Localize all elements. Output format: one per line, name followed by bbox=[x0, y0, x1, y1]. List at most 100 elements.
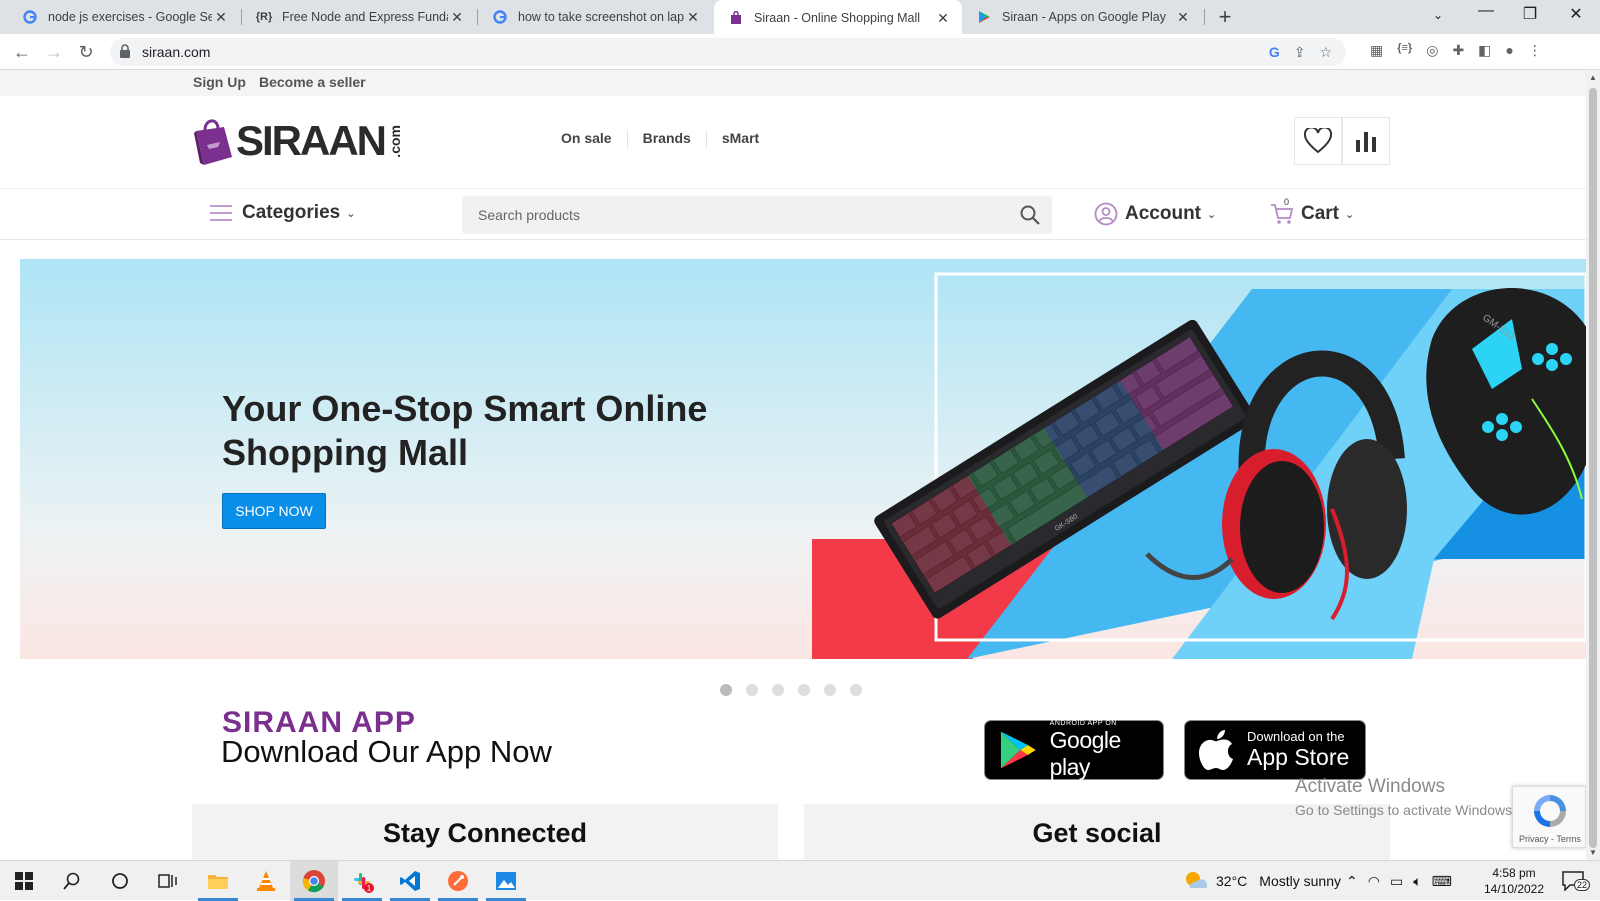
menu-kebab-icon[interactable]: ⋮ bbox=[1528, 42, 1542, 59]
browser-tab-3[interactable]: how to take screenshot on laptop ✕ bbox=[478, 0, 712, 34]
app-store-badge[interactable]: Download on the App Store bbox=[1184, 720, 1366, 780]
recaptcha-icon bbox=[1534, 795, 1566, 827]
puzzle-extensions-icon[interactable]: ✚ bbox=[1452, 42, 1464, 59]
side-panel-icon[interactable]: ◧ bbox=[1478, 42, 1491, 59]
hero-banner[interactable]: Your One-Stop Smart Online Shopping Mall… bbox=[20, 259, 1586, 659]
app-section-subtitle: Download Our App Now bbox=[221, 734, 552, 769]
search-icon[interactable] bbox=[1020, 205, 1040, 225]
browser-tab-5[interactable]: Siraan - Apps on Google Play ✕ bbox=[962, 0, 1202, 34]
clock[interactable]: 4:58 pm 14/10/2022 bbox=[1478, 861, 1550, 901]
carousel-dot-3[interactable] bbox=[772, 684, 784, 696]
chevron-up-icon[interactable]: ⌃ bbox=[1346, 873, 1358, 890]
search-input[interactable] bbox=[462, 196, 1002, 234]
google-play-badge[interactable]: ANDROID APP ON Google play bbox=[984, 720, 1164, 780]
carousel-dot-4[interactable] bbox=[798, 684, 810, 696]
wifi-icon[interactable]: ◠ bbox=[1368, 873, 1380, 890]
clock-time: 4:58 pm bbox=[1492, 866, 1536, 880]
page-scrollbar[interactable]: ▲ ▼ bbox=[1586, 70, 1600, 860]
back-arrow-icon[interactable]: ← bbox=[10, 40, 34, 64]
become-seller-link[interactable]: Become a seller bbox=[259, 74, 366, 90]
cortana-button[interactable] bbox=[96, 861, 144, 901]
nav-smart[interactable]: sMart bbox=[707, 130, 774, 148]
shopping-bag-logo-icon bbox=[194, 119, 232, 165]
scrollbar-thumb[interactable] bbox=[1589, 88, 1597, 848]
carousel-dot-5[interactable] bbox=[824, 684, 836, 696]
taskbar-postman[interactable] bbox=[434, 861, 482, 901]
close-tab-icon[interactable]: ✕ bbox=[1174, 9, 1192, 26]
taskbar-vlc[interactable] bbox=[242, 861, 290, 901]
camera-extension-icon[interactable]: ◎ bbox=[1426, 42, 1438, 59]
categories-dropdown[interactable]: Categories ⌄ bbox=[210, 202, 355, 224]
close-tab-icon[interactable]: ✕ bbox=[934, 10, 952, 27]
google-lens-icon[interactable]: G bbox=[1269, 44, 1280, 61]
minimize-button[interactable]: — bbox=[1464, 2, 1508, 20]
volume-icon[interactable]: 🔈︎ bbox=[1413, 873, 1421, 890]
reload-icon[interactable]: ↻ bbox=[74, 40, 98, 64]
carousel-dot-1[interactable] bbox=[720, 684, 732, 696]
browser-tab-4-active[interactable]: Siraan - Online Shopping Mall ✕ bbox=[714, 0, 962, 36]
taskbar-slack[interactable]: 1 bbox=[338, 861, 386, 901]
shop-now-button[interactable]: SHOP NOW bbox=[222, 493, 326, 529]
page-viewport: Sign Up Become a seller SIRAAN .com On s… bbox=[0, 70, 1586, 860]
taskbar-search-button[interactable] bbox=[48, 861, 96, 901]
weather-widget[interactable]: 32°C Mostly sunny bbox=[1184, 861, 1341, 901]
nav-brands[interactable]: Brands bbox=[628, 130, 707, 148]
close-tab-icon[interactable]: ✕ bbox=[448, 9, 466, 26]
close-tab-icon[interactable]: ✕ bbox=[212, 9, 230, 26]
sign-up-link[interactable]: Sign Up bbox=[193, 74, 246, 90]
chevron-down-icon: ⌄ bbox=[1207, 208, 1217, 221]
scroll-up-arrow-icon[interactable]: ▲ bbox=[1586, 73, 1600, 82]
google-play-icon bbox=[1000, 731, 1036, 769]
cart-dropdown[interactable]: 0 Cart ⌄ bbox=[1270, 197, 1354, 226]
notifications-button[interactable]: 22 bbox=[1556, 861, 1591, 901]
tab-title: how to take screenshot on laptop bbox=[518, 10, 684, 24]
taskbar-vscode[interactable] bbox=[386, 861, 434, 901]
recaptcha-badge[interactable]: Privacy - Terms bbox=[1512, 786, 1586, 848]
tab-search-chevron-icon[interactable]: ⌄ bbox=[1416, 8, 1460, 22]
main-nav: On sale Brands sMart bbox=[546, 130, 774, 148]
search-box bbox=[462, 196, 1052, 234]
forward-arrow-icon[interactable]: → bbox=[42, 40, 66, 64]
hamburger-icon bbox=[210, 205, 232, 221]
task-view-icon bbox=[158, 874, 177, 888]
taskbar-chrome[interactable] bbox=[290, 861, 338, 901]
taskbar-file-explorer[interactable] bbox=[194, 861, 242, 901]
extension-grid-icon[interactable]: ▦ bbox=[1370, 42, 1383, 59]
start-button[interactable] bbox=[0, 861, 48, 901]
cortana-circle-icon bbox=[112, 873, 128, 889]
share-icon[interactable]: ⇪ bbox=[1294, 44, 1306, 61]
wishlist-button[interactable] bbox=[1294, 117, 1342, 165]
bookmark-star-icon[interactable]: ☆ bbox=[1319, 44, 1332, 61]
close-window-button[interactable]: ✕ bbox=[1554, 4, 1598, 24]
get-social-heading: Get social bbox=[1032, 818, 1162, 848]
site-topbar: Sign Up Become a seller bbox=[0, 70, 1586, 96]
google-icon bbox=[22, 9, 38, 25]
json-extension-icon[interactable]: {≡} bbox=[1397, 42, 1412, 59]
logo-suffix: .com bbox=[387, 124, 404, 158]
google-play-big-text: Google play bbox=[1049, 726, 1122, 780]
profile-avatar-icon[interactable]: ● bbox=[1505, 42, 1513, 59]
close-tab-icon[interactable]: ✕ bbox=[684, 9, 702, 26]
battery-icon[interactable]: ▭ bbox=[1390, 873, 1403, 890]
clock-date: 14/10/2022 bbox=[1483, 882, 1545, 896]
browser-tab-1[interactable]: node js exercises - Google Search ✕ bbox=[8, 0, 240, 34]
user-circle-icon bbox=[1094, 202, 1118, 226]
siraan-logo[interactable]: SIRAAN .com bbox=[194, 117, 403, 165]
recaptcha-links[interactable]: Privacy - Terms bbox=[1519, 834, 1581, 844]
nav-on-sale[interactable]: On sale bbox=[546, 130, 628, 148]
scroll-down-arrow-icon[interactable]: ▼ bbox=[1586, 848, 1600, 857]
address-bar[interactable]: siraan.com G ⇪ ☆ bbox=[110, 38, 1346, 66]
carousel-dot-6[interactable] bbox=[850, 684, 862, 696]
maximize-button[interactable]: ❐ bbox=[1508, 4, 1552, 24]
keyboard-icon[interactable]: ⌨ bbox=[1432, 873, 1452, 890]
task-view-button[interactable] bbox=[144, 861, 192, 901]
google-icon bbox=[492, 9, 508, 25]
account-dropdown[interactable]: Account ⌄ bbox=[1094, 202, 1216, 226]
compare-button[interactable] bbox=[1342, 117, 1390, 165]
taskbar-photos[interactable] bbox=[482, 861, 530, 901]
new-tab-button[interactable]: + bbox=[1212, 4, 1238, 30]
carousel-dot-2[interactable] bbox=[746, 684, 758, 696]
browser-tab-2[interactable]: {R} Free Node and Express Fundamentals ✕ bbox=[242, 0, 476, 34]
folder-icon bbox=[208, 875, 228, 889]
vscode-icon bbox=[400, 871, 420, 891]
